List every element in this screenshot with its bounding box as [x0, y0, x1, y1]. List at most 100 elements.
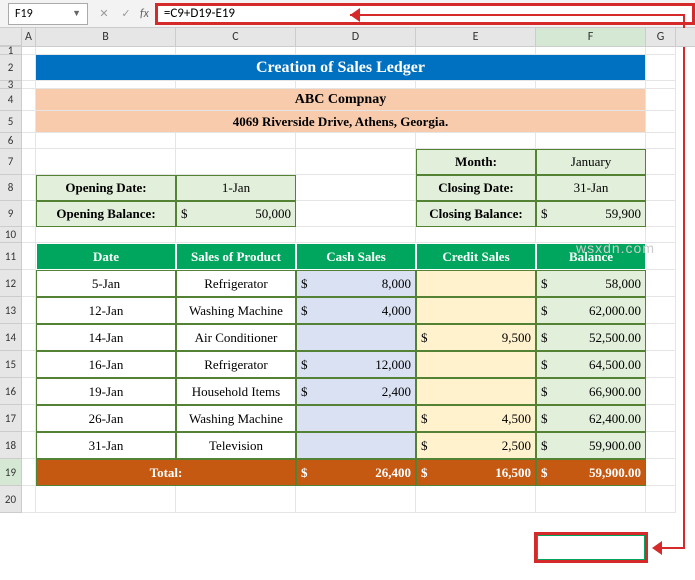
name-box[interactable]: F19 ▼: [8, 3, 88, 25]
close-date-value[interactable]: 31-Jan: [536, 175, 646, 201]
th-bal[interactable]: Balance: [536, 243, 646, 270]
cell-date[interactable]: 26-Jan: [36, 405, 176, 432]
cell-balance[interactable]: $58,000: [536, 270, 646, 297]
table-row: 5-JanRefrigerator$8,000 $58,000: [22, 270, 695, 297]
row-header[interactable]: 14: [0, 324, 22, 351]
cell-credit[interactable]: [416, 351, 536, 378]
cell-balance[interactable]: $64,500.00: [536, 351, 646, 378]
cell-balance[interactable]: $66,900.00: [536, 378, 646, 405]
row-header[interactable]: 5: [0, 111, 22, 133]
cell-credit[interactable]: [416, 297, 536, 324]
col-header-g[interactable]: G: [646, 28, 676, 46]
cell-cash[interactable]: [296, 405, 416, 432]
title-cell[interactable]: Creation of Sales Ledger: [36, 55, 646, 81]
cell-product[interactable]: Washing Machine: [176, 297, 296, 324]
formula-controls: ✕ ✓ fx: [96, 7, 149, 21]
name-box-value: F19: [15, 7, 33, 21]
total-bal[interactable]: $59,900.00: [536, 459, 646, 486]
th-credit[interactable]: Credit Sales: [416, 243, 536, 270]
check-icon[interactable]: ✓: [118, 7, 134, 20]
open-bal-value[interactable]: $50,000: [176, 201, 296, 227]
th-cash[interactable]: Cash Sales: [296, 243, 416, 270]
col-header-c[interactable]: C: [176, 28, 296, 46]
cell-date[interactable]: 19-Jan: [36, 378, 176, 405]
col-header-e[interactable]: E: [416, 28, 536, 46]
cell-cash[interactable]: $2,400: [296, 378, 416, 405]
row-header[interactable]: 3: [0, 81, 22, 89]
cell-product[interactable]: Air Conditioner: [176, 324, 296, 351]
cell-balance[interactable]: $62,000.00: [536, 297, 646, 324]
col-header-a[interactable]: A: [22, 28, 36, 46]
cell-cash[interactable]: $12,000: [296, 351, 416, 378]
cells-area[interactable]: Creation of Sales Ledger ABC Compnay 406…: [22, 47, 695, 513]
cell-cash[interactable]: [296, 432, 416, 459]
cell-product[interactable]: Refrigerator: [176, 351, 296, 378]
th-prod[interactable]: Sales of Product: [176, 243, 296, 270]
row-header[interactable]: 9: [0, 201, 22, 227]
close-date-label[interactable]: Closing Date:: [416, 175, 536, 201]
col-header-f[interactable]: F: [536, 28, 646, 46]
table-row: 12-JanWashing Machine$4,000 $62,000.00: [22, 297, 695, 324]
total-cash[interactable]: $26,400: [296, 459, 416, 486]
fx-icon[interactable]: fx: [140, 7, 149, 21]
cell-date[interactable]: 31-Jan: [36, 432, 176, 459]
total-credit[interactable]: $16,500: [416, 459, 536, 486]
cell-date[interactable]: 16-Jan: [36, 351, 176, 378]
cell-credit[interactable]: $9,500: [416, 324, 536, 351]
cell-credit[interactable]: $2,500: [416, 432, 536, 459]
row-header[interactable]: 4: [0, 89, 22, 111]
row-header[interactable]: 20: [0, 486, 22, 513]
total-label[interactable]: Total:: [36, 459, 296, 486]
row-header[interactable]: 11: [0, 243, 22, 270]
cell-credit[interactable]: [416, 270, 536, 297]
row-header[interactable]: 17: [0, 405, 22, 432]
cell-cash[interactable]: $8,000: [296, 270, 416, 297]
arrow-icon: [652, 541, 662, 555]
annotation-line: [660, 547, 685, 549]
cell-cash[interactable]: [296, 324, 416, 351]
row-header[interactable]: 10: [0, 227, 22, 243]
row-header[interactable]: 15: [0, 351, 22, 378]
row-header[interactable]: 18: [0, 432, 22, 459]
row-header[interactable]: 16: [0, 378, 22, 405]
cell-cash[interactable]: $4,000: [296, 297, 416, 324]
col-header-d[interactable]: D: [296, 28, 416, 46]
col-header-b[interactable]: B: [36, 28, 176, 46]
close-bal-value[interactable]: $59,900: [536, 201, 646, 227]
cancel-icon[interactable]: ✕: [96, 7, 112, 20]
cell-product[interactable]: Television: [176, 432, 296, 459]
cell-balance[interactable]: $52,500.00: [536, 324, 646, 351]
close-bal-label[interactable]: Closing Balance:: [416, 201, 536, 227]
cell-date[interactable]: 12-Jan: [36, 297, 176, 324]
cell-balance[interactable]: $62,400.00: [536, 405, 646, 432]
row-header[interactable]: 13: [0, 297, 22, 324]
open-date-value[interactable]: 1-Jan: [176, 175, 296, 201]
month-value[interactable]: January: [536, 149, 646, 175]
cell-product[interactable]: Refrigerator: [176, 270, 296, 297]
table-row: 16-JanRefrigerator$12,000 $64,500.00: [22, 351, 695, 378]
cell-product[interactable]: Washing Machine: [176, 405, 296, 432]
cell-credit[interactable]: $4,500: [416, 405, 536, 432]
formula-text: =C9+D19-E19: [164, 6, 235, 21]
row-header[interactable]: 1: [0, 47, 22, 55]
month-label[interactable]: Month:: [416, 149, 536, 175]
chevron-down-icon[interactable]: ▼: [72, 8, 81, 19]
open-date-label[interactable]: Opening Date:: [36, 175, 176, 201]
table-row: 19-JanHousehold Items$2,400 $66,900.00: [22, 378, 695, 405]
th-date[interactable]: Date: [36, 243, 176, 270]
cell-date[interactable]: 5-Jan: [36, 270, 176, 297]
row-header[interactable]: 12: [0, 270, 22, 297]
open-bal-label[interactable]: Opening Balance:: [36, 201, 176, 227]
annotation-line: [350, 14, 685, 16]
row-header[interactable]: 6: [0, 133, 22, 149]
highlight-box: [534, 532, 648, 563]
company-name[interactable]: ABC Compnay: [36, 89, 646, 111]
cell-date[interactable]: 14-Jan: [36, 324, 176, 351]
row-header[interactable]: 8: [0, 175, 22, 201]
company-addr[interactable]: 4069 Riverside Drive, Athens, Georgia.: [36, 111, 646, 133]
cell-balance[interactable]: $59,900.00: [536, 432, 646, 459]
row-header[interactable]: 7: [0, 149, 22, 175]
cell-product[interactable]: Household Items: [176, 378, 296, 405]
cell-credit[interactable]: [416, 378, 536, 405]
row-header[interactable]: 19: [0, 459, 22, 486]
